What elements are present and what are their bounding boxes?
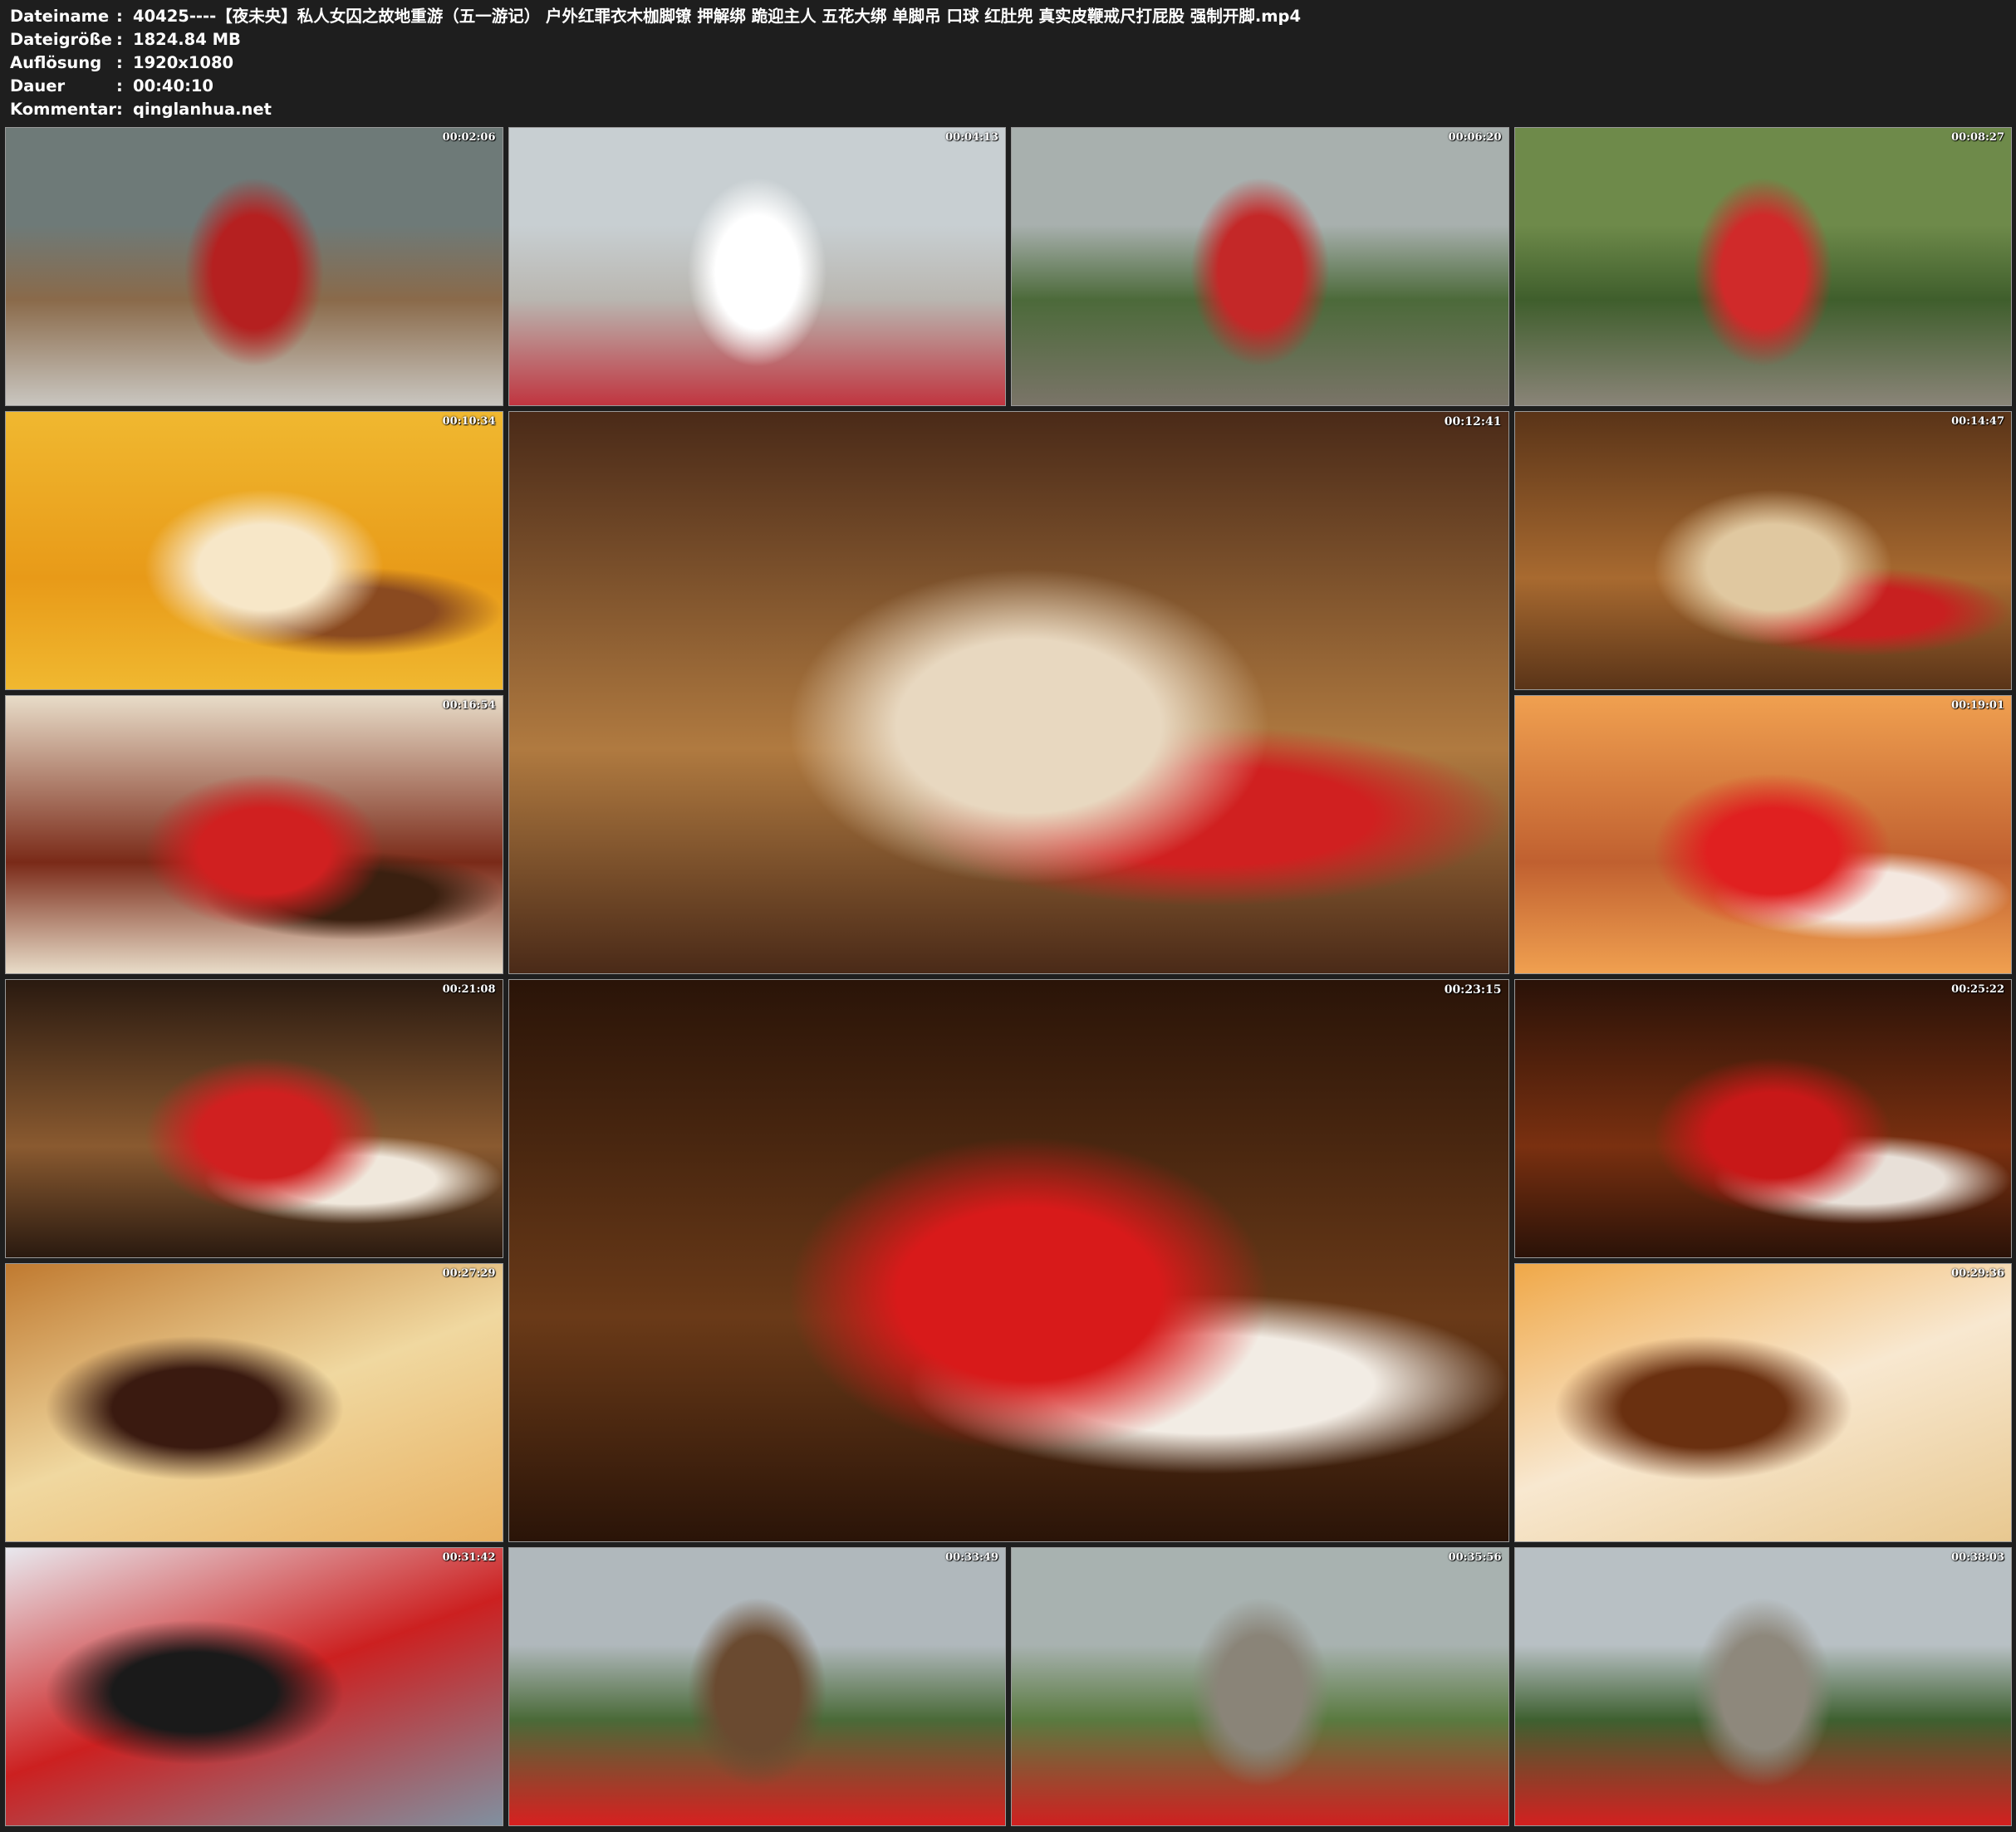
info-value: 00:40:10 <box>133 76 214 96</box>
video-thumbnail[interactable]: 00:38:03 <box>1513 1547 2012 1826</box>
thumbnail-timestamp: 00:06:20 <box>1448 131 1502 144</box>
thumbnail-timestamp: 00:31:42 <box>442 1551 496 1564</box>
info-row: Dateigröße:1824.84 MB <box>10 28 1301 51</box>
video-thumbnail[interactable]: 00:14:47 <box>1513 411 2012 690</box>
info-row: Dateiname:40425----【夜未央】私人女囚之故地重游（五一游记） … <box>10 5 1301 28</box>
video-thumbnail[interactable]: 00:23:15 <box>508 979 1509 1542</box>
video-thumbnail[interactable]: 00:04:13 <box>508 127 1006 406</box>
thumbnail-timestamp: 00:19:01 <box>1951 699 2004 712</box>
info-label: Auflösung <box>10 53 102 72</box>
info-separator: : <box>116 100 123 119</box>
video-thumbnail[interactable]: 00:19:01 <box>1513 695 2012 974</box>
video-thumbnail[interactable]: 00:06:20 <box>1011 127 1509 406</box>
video-thumbnail[interactable]: 00:29:36 <box>1513 1263 2012 1542</box>
thumbnail-timestamp: 00:29:36 <box>1951 1267 2004 1280</box>
video-thumbnail[interactable]: 00:10:34 <box>5 411 503 690</box>
video-thumbnail[interactable]: 00:27:29 <box>5 1263 503 1542</box>
video-thumbnail[interactable]: 00:33:49 <box>508 1547 1006 1826</box>
thumbnail-grid: 00:02:06 00:04:13 00:06:20 00:08:27 00:10:34… <box>5 127 2012 1826</box>
video-thumbnail[interactable]: 00:08:27 <box>1513 127 2012 406</box>
video-thumbnail[interactable]: 00:35:56 <box>1011 1547 1509 1826</box>
thumbnail-timestamp: 00:33:49 <box>945 1551 998 1564</box>
info-label: Dateigröße <box>10 30 112 49</box>
thumbnail-timestamp: 00:12:41 <box>1444 415 1502 429</box>
video-thumbnail[interactable]: 00:21:08 <box>5 979 503 1258</box>
thumbnail-timestamp: 00:08:27 <box>1951 131 2004 144</box>
info-value: 40425----【夜未央】私人女囚之故地重游（五一游记） 户外红罪衣木枷脚镣 … <box>133 7 1302 26</box>
info-separator: : <box>116 7 123 26</box>
info-value: qinglanhua.net <box>133 100 272 119</box>
info-row: Auflösung:1920x1080 <box>10 51 1301 75</box>
thumbnail-timestamp: 00:38:03 <box>1951 1551 2004 1564</box>
info-label: Kommentar <box>10 100 117 119</box>
video-thumbnail[interactable]: 00:16:54 <box>5 695 503 974</box>
thumbnail-timestamp: 00:25:22 <box>1951 983 2004 996</box>
info-label: Dateiname <box>10 7 110 26</box>
file-info-header: Dateiname:40425----【夜未央】私人女囚之故地重游（五一游记） … <box>10 5 1301 121</box>
info-row: Kommentar: qinglanhua.net <box>10 98 1301 121</box>
video-thumbnail[interactable]: 00:02:06 <box>5 127 503 406</box>
video-thumbnail[interactable]: 00:31:42 <box>5 1547 503 1826</box>
thumbnail-timestamp: 00:16:54 <box>442 699 496 712</box>
thumbnail-timestamp: 00:04:13 <box>945 131 998 144</box>
info-separator: : <box>116 30 123 49</box>
thumbnail-timestamp: 00:10:34 <box>442 415 496 428</box>
thumbnail-timestamp: 00:14:47 <box>1951 415 2004 428</box>
info-value: 1824.84 MB <box>133 30 241 49</box>
video-thumbnail[interactable]: 00:12:41 <box>508 411 1509 974</box>
thumbnail-timestamp: 00:23:15 <box>1444 983 1502 997</box>
info-label: Dauer <box>10 76 66 96</box>
thumbnail-timestamp: 00:21:08 <box>442 983 496 996</box>
video-thumbnail[interactable]: 00:25:22 <box>1513 979 2012 1258</box>
thumbnail-timestamp: 00:35:56 <box>1448 1551 1502 1564</box>
thumbnail-timestamp: 00:27:29 <box>442 1267 496 1280</box>
info-value: 1920x1080 <box>133 53 234 72</box>
thumbnail-timestamp: 00:02:06 <box>442 131 496 144</box>
info-separator: : <box>116 76 123 96</box>
info-separator: : <box>116 53 123 72</box>
info-row: Dauer:00:40:10 <box>10 75 1301 98</box>
